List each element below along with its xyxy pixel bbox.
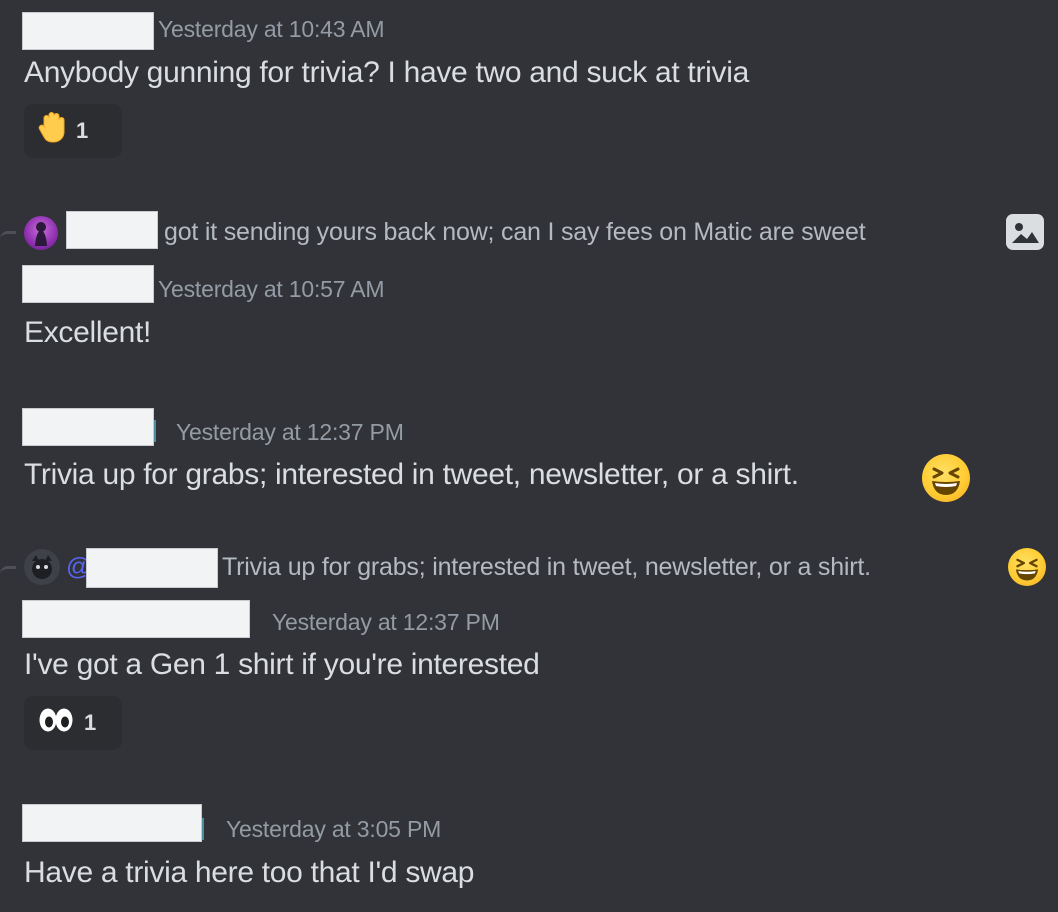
reply-preview-text[interactable]: got it sending yours back now; can I say… <box>164 218 866 247</box>
message-text: Have a trivia here too that I'd swap <box>24 856 475 889</box>
message-text: Excellent! <box>24 316 152 349</box>
redacted-username[interactable] <box>22 804 202 842</box>
message-timestamp: Yesterday at 12:37 PM <box>176 419 404 445</box>
redacted-reply-username[interactable] <box>86 548 218 588</box>
redacted-reply-username[interactable] <box>66 211 158 249</box>
redacted-username[interactable] <box>22 12 154 50</box>
redacted-username[interactable] <box>22 265 154 303</box>
reply-preview-text[interactable]: Trivia up for grabs; interested in tweet… <box>222 553 871 582</box>
username-tail <box>202 818 204 840</box>
message-timestamp: Yesterday at 10:57 AM <box>158 276 385 302</box>
grinning-squinting-emoji-icon <box>922 454 970 502</box>
message-timestamp: Yesterday at 10:43 AM <box>158 16 385 42</box>
image-attachment-icon[interactable] <box>1006 214 1044 250</box>
reaction-raised-hand[interactable]: 1 <box>24 104 122 158</box>
redacted-username[interactable] <box>22 600 250 638</box>
message-text: Anybody gunning for trivia? I have two a… <box>24 56 749 89</box>
reaction-count: 1 <box>76 118 89 143</box>
reply-connector <box>0 566 16 578</box>
eyes-icon <box>38 707 74 739</box>
message-timestamp: Yesterday at 12:37 PM <box>272 609 500 635</box>
raised-hand-icon <box>38 112 66 150</box>
message-text: I've got a Gen 1 shirt if you're interes… <box>24 648 540 681</box>
reaction-count: 1 <box>84 710 97 735</box>
username-tail <box>154 420 156 442</box>
grinning-squinting-emoji-icon <box>1008 548 1046 586</box>
reply-connector <box>0 231 16 243</box>
reply-avatar[interactable] <box>24 549 60 585</box>
redacted-username[interactable] <box>22 408 154 446</box>
message-text: Trivia up for grabs; interested in tweet… <box>24 458 799 491</box>
reply-avatar[interactable] <box>24 216 58 250</box>
message-timestamp: Yesterday at 3:05 PM <box>226 816 442 842</box>
reaction-eyes[interactable]: 1 <box>24 696 122 750</box>
